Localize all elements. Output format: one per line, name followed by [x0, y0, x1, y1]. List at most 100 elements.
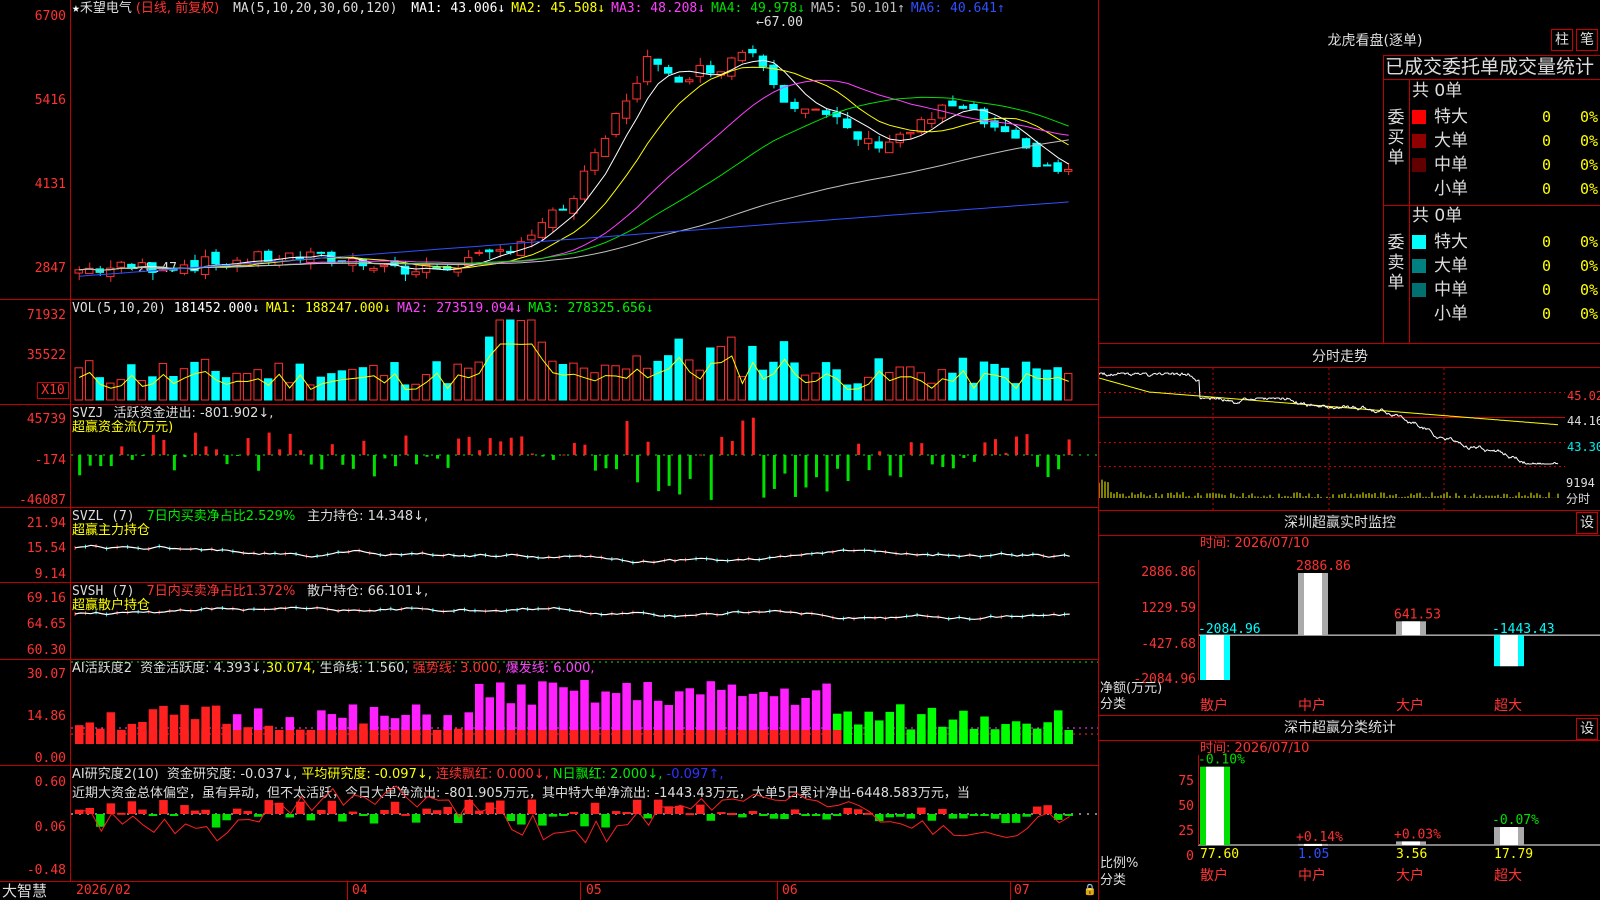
candle	[179, 264, 189, 274]
vol-unit-badge[interactable]: X10	[37, 382, 69, 399]
flow-bar	[667, 455, 671, 486]
flow-bar	[972, 455, 976, 462]
research-bar	[306, 814, 316, 821]
candle	[653, 58, 662, 65]
flow-bar	[699, 454, 703, 456]
activity-base	[390, 730, 400, 744]
bar-value-label: 17.79	[1494, 847, 1533, 862]
monitor-chart[interactable]: -2084.96 散户 2886.86 中户 641.53 大户 -1443.43 超大	[1198, 540, 1600, 715]
lock-icon[interactable]: 🔒	[1083, 883, 1097, 897]
sell-row-swatch-3	[1412, 283, 1426, 297]
activity-base	[748, 730, 758, 744]
activity-base	[475, 730, 484, 744]
monitor-settings-button[interactable]: 设	[1576, 512, 1598, 534]
flow-bar	[615, 455, 618, 470]
classify-title: 深市超赢分类统计	[1284, 720, 1396, 736]
candle	[1063, 168, 1073, 172]
activity-base	[401, 730, 410, 744]
research-bar	[148, 814, 158, 816]
price-axis-2: 5416	[34, 93, 66, 108]
research-bar	[127, 801, 137, 814]
bar-shine	[1500, 827, 1518, 845]
volume-chart[interactable]	[71, 300, 1098, 404]
flow-bar	[951, 455, 955, 469]
sell-row-pct-1: 0%	[1580, 233, 1599, 251]
flow-bar	[688, 455, 692, 479]
research-bar	[359, 814, 368, 816]
activity-base	[1022, 730, 1031, 744]
bar-mode-button[interactable]: 柱	[1551, 29, 1573, 51]
volume-bar	[306, 384, 315, 401]
research-bar	[559, 814, 568, 816]
sell-row-swatch-1	[1412, 235, 1426, 249]
candlestick-chart[interactable]	[71, 0, 1098, 299]
activity-base	[727, 730, 737, 744]
activity-base	[790, 730, 800, 744]
bar-value-label: 641.53	[1394, 607, 1441, 622]
classify-xlabel: 分类	[1100, 873, 1127, 888]
flow-bar	[1036, 455, 1040, 467]
research-bar	[275, 802, 284, 814]
candle	[379, 264, 389, 268]
bar-shine	[1304, 573, 1322, 636]
candle	[863, 138, 873, 144]
flow-bar	[657, 455, 661, 492]
activity-base	[643, 730, 652, 744]
flow-bar	[362, 440, 366, 455]
candle	[885, 141, 894, 154]
research-bar	[885, 814, 895, 818]
svzl-chart[interactable]	[71, 508, 1098, 582]
buy-row-pct-4: 0%	[1580, 180, 1599, 198]
activity-base	[106, 730, 116, 744]
monitor-bar-4	[1494, 635, 1524, 667]
flow-bar	[457, 438, 461, 455]
flow-bar	[1046, 455, 1050, 478]
volume-bar	[727, 336, 736, 401]
candle	[906, 131, 915, 135]
activity-base	[853, 730, 863, 744]
activity-base	[464, 730, 473, 744]
minute-chart[interactable]	[1099, 368, 1565, 510]
app-name[interactable]: 大智慧	[2, 883, 47, 900]
category-label: 中户	[1298, 867, 1326, 884]
flow-bar	[341, 455, 345, 465]
volume-bar	[253, 369, 262, 401]
ai3-chart[interactable]	[71, 766, 1098, 881]
volume-bar	[495, 319, 504, 401]
volume-bar	[316, 376, 326, 401]
volume-bar	[832, 369, 841, 401]
svzl-axis-2: 15.54	[26, 541, 66, 556]
flow-bar	[141, 455, 145, 456]
ai2-axis-1: 30.07	[26, 667, 66, 682]
tick-mode-button[interactable]: 笔	[1576, 29, 1598, 51]
svzj-chart[interactable]	[71, 405, 1098, 507]
flow-bar	[1067, 439, 1071, 455]
flow-bar	[804, 455, 808, 488]
research-bar	[917, 807, 926, 814]
sell-row-name-3: 中单	[1434, 280, 1468, 300]
candle	[916, 119, 926, 133]
research-bar	[506, 814, 516, 821]
candle	[495, 249, 504, 252]
volume-bar	[485, 336, 494, 401]
sell-rows: 特大 0 0% 大单 0 0% 中单 0 0% 小单 0 0%	[1410, 230, 1600, 330]
research-bar	[832, 814, 842, 816]
buy-rows: 特大 0 0% 大单 0 0% 中单 0 0% 小单 0 0%	[1410, 105, 1600, 205]
volume-bar	[842, 384, 852, 401]
flow-bar	[709, 455, 713, 500]
flow-bar	[78, 455, 82, 476]
activity-base	[917, 730, 926, 744]
monitor-axis-2: 1229.59	[1141, 601, 1196, 616]
ai2-chart[interactable]	[71, 660, 1098, 765]
svsh-chart[interactable]	[71, 583, 1098, 659]
flow-bar	[193, 432, 197, 455]
bar-value-label: -2084.96	[1198, 622, 1261, 637]
bar-value-label: -1443.43	[1492, 622, 1555, 637]
volume-bar	[337, 370, 347, 401]
research-bar	[938, 808, 947, 814]
classify-settings-button[interactable]: 设	[1576, 718, 1598, 740]
flow-bar	[257, 455, 261, 471]
classify-chart[interactable]: -0.10% 77.60 散户 +0.14% 1.05 中户 +0.03% 3.56 大户 -0.…	[1198, 745, 1600, 900]
activity-base	[117, 730, 126, 744]
research-bar	[222, 814, 231, 821]
